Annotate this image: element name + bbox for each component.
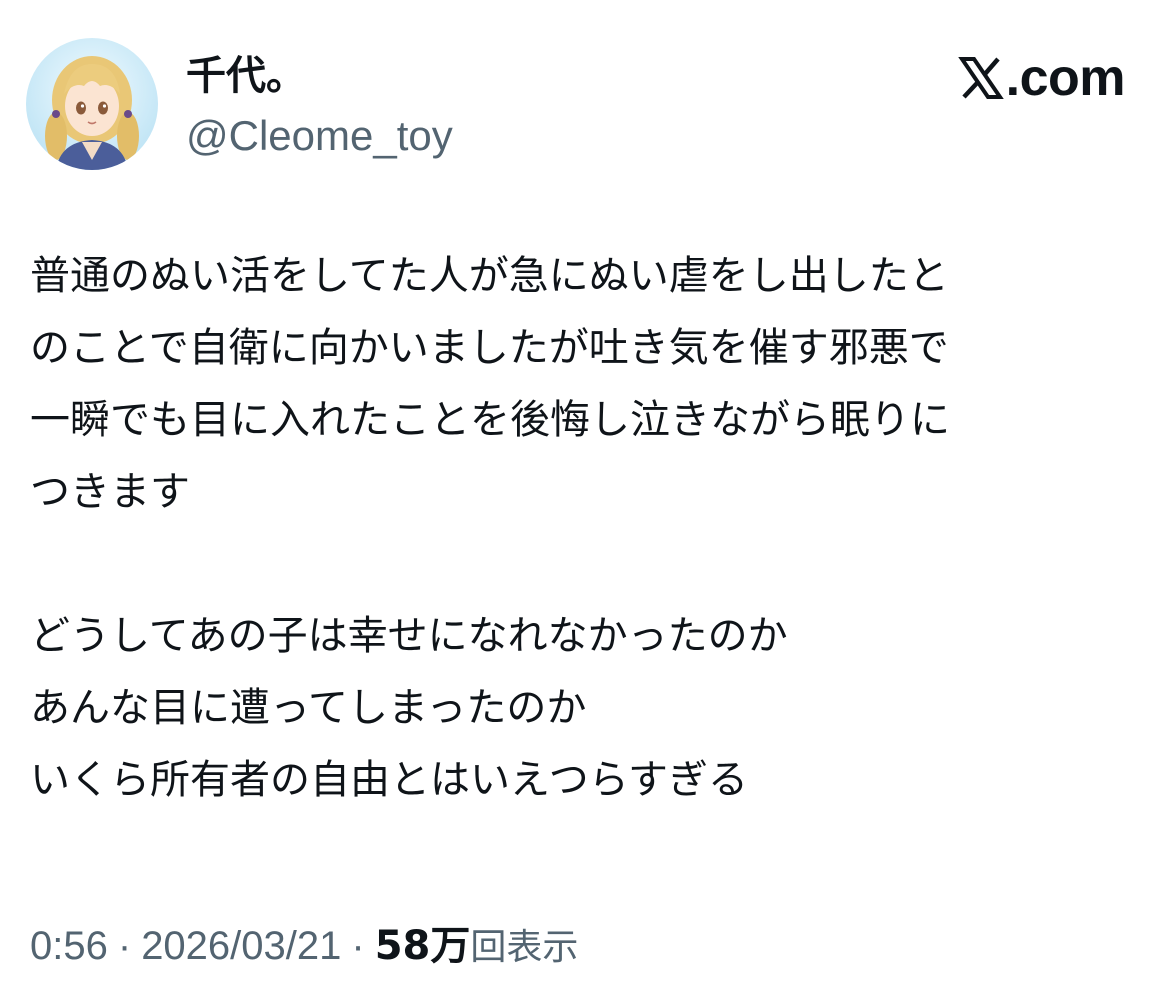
tweet-time[interactable]: 0:56 xyxy=(30,920,108,972)
user-info: 千代。 @Cleome_toy xyxy=(186,52,453,172)
tweet-text-line: どうしてあの子は幸せになれなかったのか xyxy=(30,613,788,659)
tweet-meta: 0:56 · 2026/03/21 · 58万 回表示 xyxy=(30,920,578,974)
tweet-text-line: のことで自衛に向かいましたが吐き気を催す邪悪で xyxy=(30,325,949,371)
avatar[interactable] xyxy=(26,38,158,170)
brand-logo: .com xyxy=(957,49,1126,107)
anime-girl-avatar-icon xyxy=(26,38,158,170)
x-logo-icon xyxy=(957,57,1004,99)
user-handle[interactable]: @Cleome_toy xyxy=(186,112,453,160)
tweet-card: 千代。 @Cleome_toy .com 普通のぬい活をしてた人が急にぬい虐をし… xyxy=(0,0,1170,996)
meta-separator: · xyxy=(117,924,132,968)
tweet-text-line: いくら所有者の自由とはいえつらすぎる xyxy=(30,757,748,803)
views-count[interactable]: 58万 xyxy=(375,920,471,972)
tweet-text-line: あんな目に遭ってしまったのか xyxy=(30,685,587,731)
display-name[interactable]: 千代。 xyxy=(186,52,453,100)
tweet-text-line: 一瞬でも目に入れたことを後悔し泣きながら眠りに xyxy=(30,397,950,443)
meta-separator: · xyxy=(351,924,365,968)
tweet-text: 普通のぬい活をしてた人が急にぬい虐をし出したと のことで自衛に向かいましたが吐き… xyxy=(30,240,1140,816)
tweet-text-line: 普通のぬい活をしてた人が急にぬい虐をし出したと xyxy=(30,253,949,299)
brand-text: .com xyxy=(1005,49,1126,107)
tweet-text-line: つきます xyxy=(30,469,190,515)
tweet-date[interactable]: 2026/03/21 xyxy=(141,920,341,972)
views-label: 回表示 xyxy=(470,927,579,968)
